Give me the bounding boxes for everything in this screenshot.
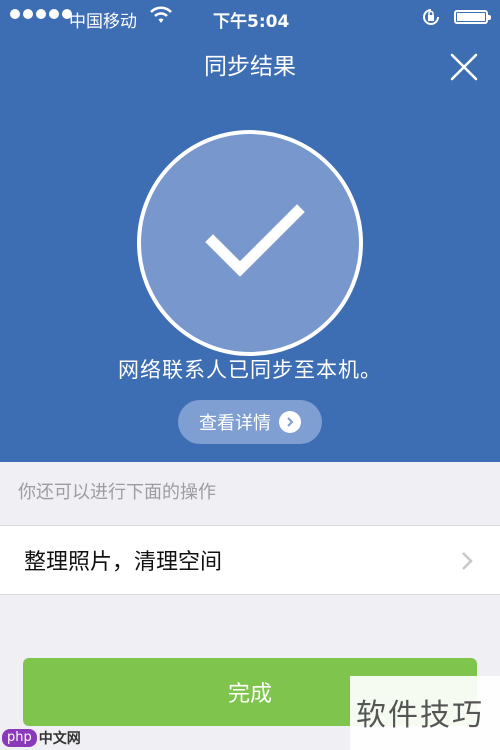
done-button-label: 完成 [227,682,272,707]
rotation-lock-icon [420,6,442,33]
battery-icon [454,10,491,24]
wifi-icon [150,5,172,30]
page-title: 同步结果 [204,54,296,80]
chevron-right-icon [460,550,474,576]
checkmark-icon [205,204,305,277]
site-logo: php 中文网 [2,728,81,748]
list-item-label: 整理照片，清理空间 [24,550,223,575]
view-details-label: 查看详情 [199,413,271,434]
section-header: 你还可以进行下面的操作 [18,482,216,503]
organize-photos-row[interactable]: 整理照片，清理空间 [0,525,500,595]
signal-strength-icon [10,9,72,19]
carrier-name: 中国移动 [69,12,137,32]
success-indicator [137,130,363,356]
view-details-button[interactable]: 查看详情 [178,400,322,444]
logo-site-name: 中文网 [38,731,81,747]
chevron-right-icon [279,411,301,433]
status-time: 下午5:04 [213,12,290,32]
close-button[interactable] [445,48,483,86]
watermark-text: 软件技巧 [356,698,484,733]
status-bar: 中国移动 下午5:04 [0,0,500,36]
logo-badge: php [2,729,37,747]
close-icon [450,53,478,81]
sync-result-message: 网络联系人已同步至本机。 [118,358,382,382]
